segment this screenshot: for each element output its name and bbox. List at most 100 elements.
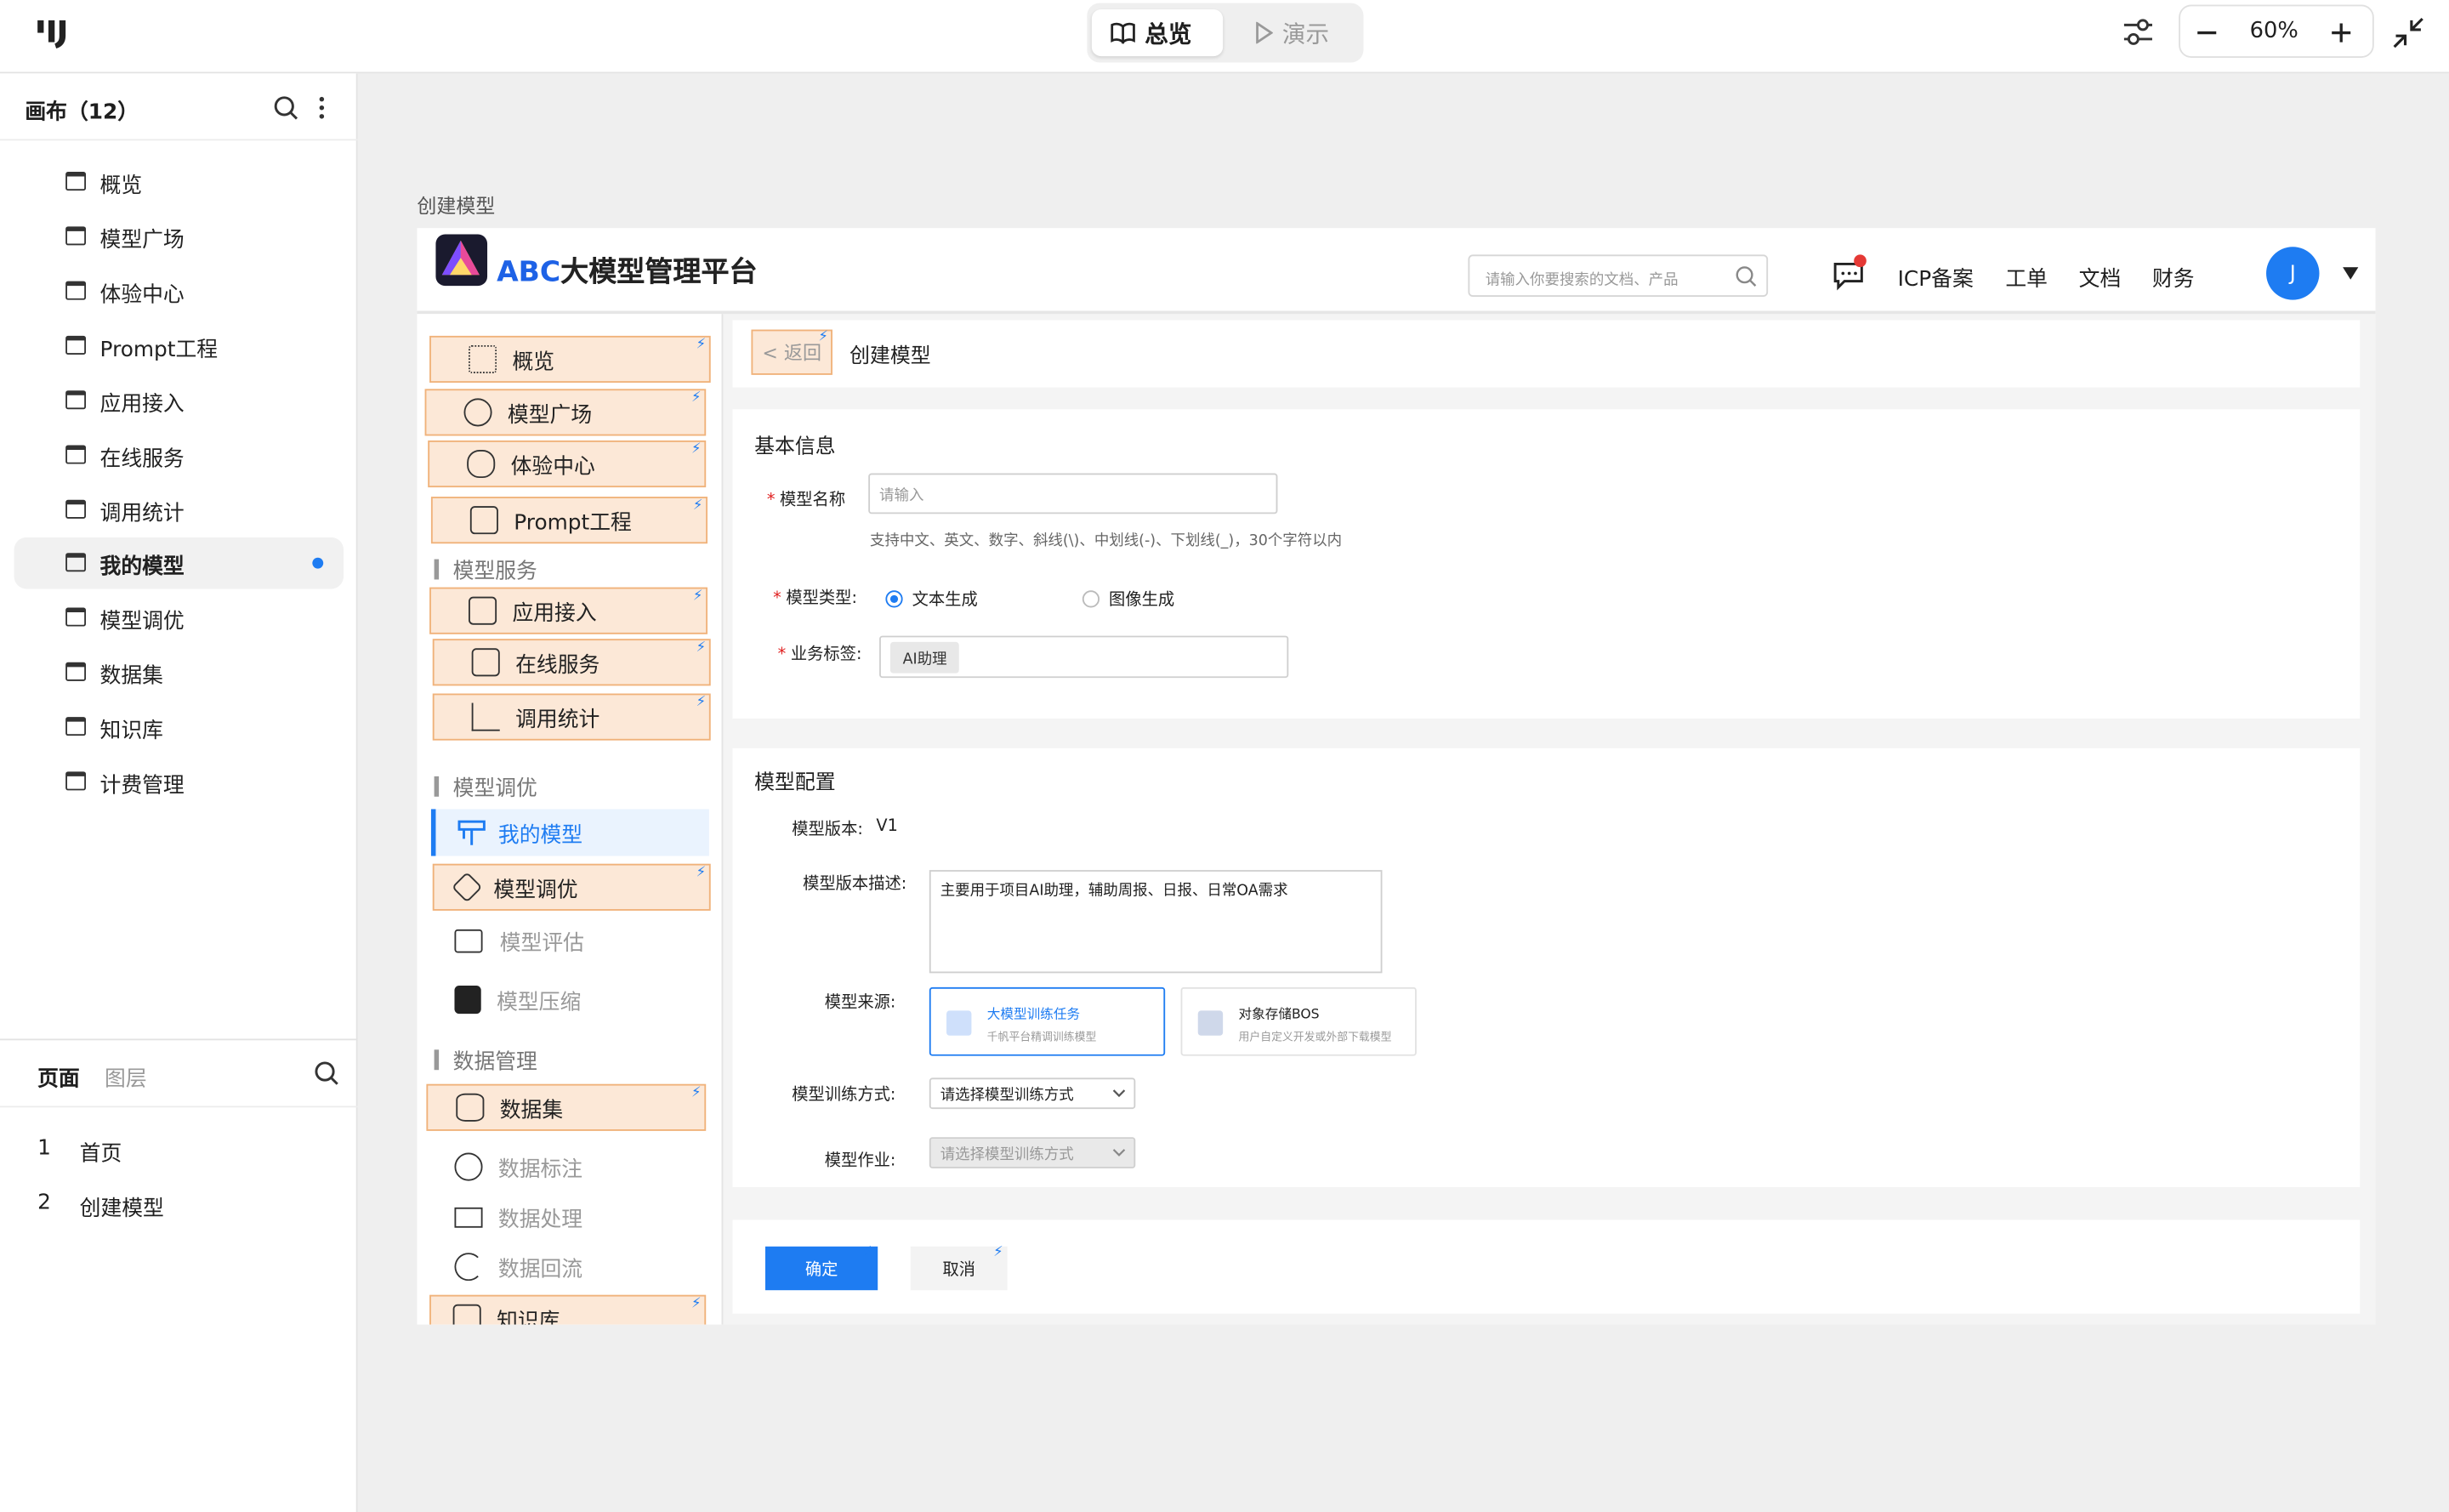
search-input[interactable]: 请输入你要搜索的文档、产品 <box>1468 254 1769 297</box>
avatar[interactable]: J <box>2266 247 2320 300</box>
present-label: 演示 <box>1281 19 1330 48</box>
grid-icon <box>469 344 497 373</box>
footer-actions: 确定 ⚡ 取消 ⚡ <box>732 1219 2361 1314</box>
database-icon <box>456 1093 485 1122</box>
search-placeholder: 请输入你要搜索的文档、产品 <box>1485 271 1679 289</box>
present-tab[interactable]: 演示 <box>1236 9 1348 56</box>
sidebar-item-compress[interactable]: 模型压缩 <box>454 976 581 1023</box>
sidebar-item-my-models[interactable]: 我的模型 <box>430 809 709 856</box>
artboard-title[interactable]: 创建模型 <box>417 189 495 219</box>
model-job-select[interactable]: 请选择模型训练方式 <box>929 1137 1136 1168</box>
model-icon <box>457 818 486 846</box>
search-icon[interactable] <box>314 1060 338 1085</box>
collapse-icon[interactable] <box>2393 17 2424 48</box>
radio-image-generation[interactable]: 图像生成 <box>1082 588 1174 611</box>
page-item[interactable]: 1 首页 <box>37 1135 334 1169</box>
sidebar-item-process[interactable]: 数据处理 <box>454 1193 582 1240</box>
tab-layers[interactable]: 图层 <box>105 1060 147 1092</box>
canvas-item[interactable]: 知识库 <box>14 702 344 753</box>
zoom-value[interactable]: 60% <box>2240 19 2309 43</box>
bolt-icon: ⚡ <box>691 1296 702 1312</box>
model-name-label: * 模型名称 <box>766 490 846 509</box>
frame-icon <box>65 771 87 791</box>
settings-sliders-icon[interactable] <box>2121 15 2155 49</box>
brand-name: ABC大模型管理平台 <box>497 256 758 289</box>
search-icon[interactable] <box>273 95 298 120</box>
frame-icon <box>65 281 87 300</box>
caret-down-icon[interactable] <box>2343 267 2359 280</box>
canvas-item[interactable]: 计费管理 <box>14 756 344 808</box>
sidebar-item-stats[interactable]: 调用统计 ⚡ <box>432 693 711 741</box>
source-option-bos[interactable]: 对象存储BOS 用户自定义开发或外部下载模型 <box>1180 986 1417 1056</box>
bolt-icon: ⚡ <box>691 441 702 458</box>
version-value: V1 <box>876 816 898 836</box>
frame-icon <box>65 662 87 681</box>
eval-icon <box>454 928 483 952</box>
tab-pages[interactable]: 页面 <box>37 1060 80 1092</box>
frame-icon <box>65 607 87 627</box>
sidebar-item-square[interactable]: 模型广场 ⚡ <box>424 389 707 436</box>
radio-text-generation[interactable]: 文本生成 <box>885 588 978 611</box>
training-method-select[interactable]: 请选择模型训练方式 <box>929 1077 1136 1110</box>
model-job-label: 模型作业: <box>824 1151 896 1170</box>
canvas-item[interactable]: 在线服务 <box>14 429 344 481</box>
more-icon[interactable] <box>317 95 327 120</box>
business-tag-label: * 业务标签: <box>777 645 862 664</box>
canvas-item[interactable]: 数据集 <box>14 646 344 698</box>
app-sidebar: 概览 ⚡ 模型广场 ⚡ 体验中心 ⚡ Prompt工程 ⚡ 模型服务 应用接入 ⚡ 在线服… <box>417 314 724 1325</box>
source-option-training[interactable]: 大模型训练任务 千帆平台精调训练模型 <box>929 986 1166 1056</box>
sidebar-item-experience[interactable]: 体验中心 ⚡ <box>428 440 707 488</box>
model-name-hint: 支持中文、英文、数字、斜线(\)、中划线(-)、下划线(_)，30个字符以内 <box>870 532 1343 550</box>
canvas-item[interactable]: 体验中心 <box>14 265 344 317</box>
canvas-item[interactable]: 调用统计 <box>14 484 344 536</box>
group-model-tuning: 模型调优 <box>435 770 537 801</box>
nav-docs[interactable]: 文档 <box>2079 261 2122 292</box>
source-label: 模型来源: <box>824 993 896 1013</box>
canvas-item-selected[interactable]: 我的模型 <box>14 537 344 589</box>
model-name-input[interactable]: 请输入 <box>868 473 1278 514</box>
sidebar-item-knowledge[interactable]: 知识库 ⚡ <box>429 1294 707 1325</box>
sidebar-item-tuning[interactable]: 模型调优 ⚡ <box>432 863 711 911</box>
tag-chip[interactable]: AI助理 <box>889 641 960 673</box>
nav-finance[interactable]: 财务 <box>2152 261 2195 292</box>
mode-switch: 总览 演示 <box>1087 3 1364 63</box>
business-tag-input[interactable]: AI助理 <box>879 635 1289 679</box>
search-icon[interactable] <box>1736 265 1758 287</box>
bolt-icon: ⚡ <box>692 588 703 605</box>
overview-tab[interactable]: 总览 <box>1091 9 1224 57</box>
frame-icon <box>65 445 87 464</box>
canvas-item[interactable]: 概览 <box>14 156 344 208</box>
zoom-out-icon[interactable] <box>2195 20 2219 45</box>
sidebar-item-prompt[interactable]: Prompt工程 ⚡ <box>430 497 708 544</box>
nav-icp[interactable]: ICP备案 <box>1898 261 1974 292</box>
canvas-item[interactable]: 模型广场 <box>14 211 344 263</box>
zoom-in-icon[interactable] <box>2329 20 2354 45</box>
sidebar-item-dataset[interactable]: 数据集 ⚡ <box>426 1083 707 1131</box>
artboard: ABC大模型管理平台 请输入你要搜索的文档、产品 ICP备案 工单 文档 财务 … <box>417 228 2376 1325</box>
frame-icon <box>65 499 87 519</box>
nav-ticket[interactable]: 工单 <box>2005 261 2048 292</box>
page-item[interactable]: 2 创建模型 <box>37 1191 334 1225</box>
canvas-item[interactable]: 应用接入 <box>14 375 344 427</box>
sidebar-item-overview[interactable]: 概览 ⚡ <box>429 335 711 384</box>
canvas-item[interactable]: Prompt工程 <box>14 321 344 372</box>
model-type-label: * 模型类型: <box>773 588 857 608</box>
app-logo-icon[interactable] <box>37 19 71 50</box>
sidebar-item-online[interactable]: 在线服务 ⚡ <box>432 639 711 686</box>
sidebar-item-backflow[interactable]: 数据回流 <box>454 1243 582 1290</box>
basic-info-card: 基本信息 * 模型名称 请输入 支持中文、英文、数字、斜线(\)、中划线(-)、下… <box>732 409 2361 719</box>
bolt-icon: ⚡ <box>691 1085 702 1101</box>
glasses-icon <box>467 449 496 479</box>
app-header: ABC大模型管理平台 请输入你要搜索的文档、产品 ICP备案 工单 文档 财务 … <box>417 228 2376 315</box>
canvas-item[interactable]: 模型调优 <box>14 592 344 644</box>
sidebar-item-app-access[interactable]: 应用接入 ⚡ <box>429 587 708 634</box>
confirm-button[interactable]: 确定 <box>764 1246 878 1291</box>
message-icon[interactable] <box>1832 254 1867 291</box>
chevron-down-icon <box>1112 1089 1127 1098</box>
bolt-icon: ⚡ <box>993 1244 1003 1261</box>
version-desc-textarea[interactable]: 主要用于项目AI助理，辅助周报、日报、日常OA需求 <box>929 870 1383 974</box>
sidebar-item-annotate[interactable]: 数据标注 <box>454 1144 582 1191</box>
sidebar-item-eval[interactable]: 模型评估 <box>454 917 584 963</box>
frame-icon <box>65 553 87 572</box>
monitor-icon <box>471 648 500 677</box>
